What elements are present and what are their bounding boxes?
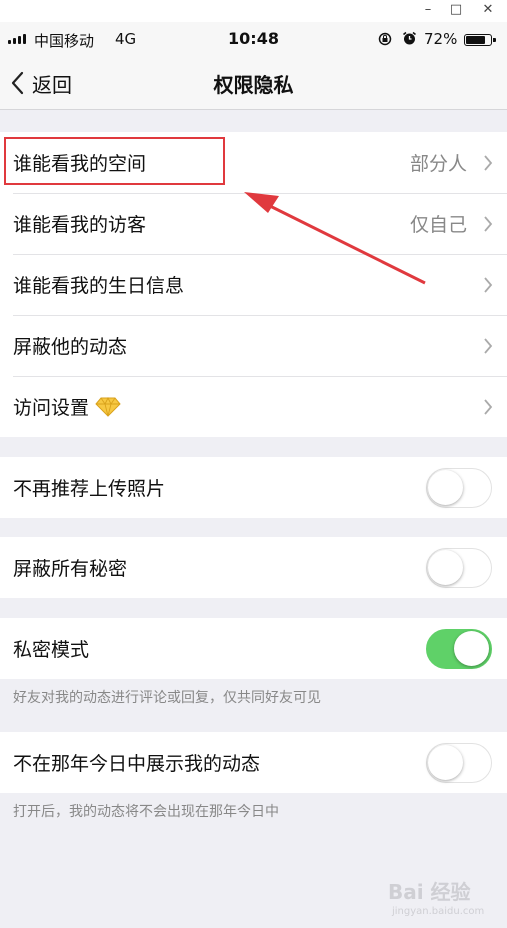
chevron-right-icon xyxy=(484,398,493,415)
minimize-button[interactable]: – xyxy=(420,2,436,18)
row-value: 仅自己 xyxy=(409,214,467,236)
toggle-group-private-mode: 私密模式 xyxy=(0,618,507,679)
navigation-bar: 返回 权限隐私 xyxy=(0,56,507,110)
close-button[interactable]: ✕ xyxy=(480,2,496,18)
window-titlebar: – □ ✕ xyxy=(0,0,507,22)
row-label: 谁能看我的生日信息 xyxy=(13,275,185,297)
hide-memories-toggle[interactable] xyxy=(426,742,492,783)
row-label: 屏蔽他的动态 xyxy=(13,336,128,358)
list-item-access-settings[interactable]: 访问设置 xyxy=(0,376,507,437)
baidu-jingyan-watermark: Bai 经验 jingyan.baidu.com xyxy=(388,880,484,917)
toggle-group-block-secrets: 屏蔽所有秘密 xyxy=(0,537,507,598)
list-item-who-can-see-birthday[interactable]: 谁能看我的生日信息 xyxy=(0,254,507,315)
row-label: 谁能看我的访客 xyxy=(13,214,147,236)
block-secrets-toggle[interactable] xyxy=(426,547,492,588)
no-photo-recommend-toggle[interactable] xyxy=(426,467,492,508)
toggle-group-hide-memories: 不在那年今日中展示我的动态 xyxy=(0,732,507,793)
battery-icon xyxy=(464,34,496,46)
page-title: 权限隐私 xyxy=(213,73,294,97)
chevron-right-icon xyxy=(484,154,493,171)
battery-percent: 72% xyxy=(424,30,458,48)
alarm-icon xyxy=(403,31,416,45)
rotation-lock-icon xyxy=(378,32,392,46)
list-item-block-secrets: 屏蔽所有秘密 xyxy=(0,537,507,598)
hide-memories-note: 打开后，我的动态将不会出现在那年今日中 xyxy=(13,804,279,820)
watermark-text: Bai 经验 xyxy=(388,880,471,904)
watermark-subtext: jingyan.baidu.com xyxy=(391,906,484,917)
toggle-group-no-photo-recommend: 不再推荐上传照片 xyxy=(0,457,507,518)
row-label: 访问设置 xyxy=(13,397,90,419)
row-value: 部分人 xyxy=(409,153,467,175)
private-mode-note: 好友对我的动态进行评论或回复，仅共同好友可见 xyxy=(13,690,321,706)
chevron-right-icon xyxy=(484,276,493,293)
private-mode-toggle[interactable] xyxy=(426,628,492,669)
maximize-button[interactable]: □ xyxy=(448,2,464,18)
highlight-box xyxy=(4,137,225,185)
list-item-hide-memories: 不在那年今日中展示我的动态 xyxy=(0,732,507,793)
status-bar: 中国移动 4G 10:48 72% xyxy=(0,22,507,56)
chevron-right-icon xyxy=(484,215,493,232)
row-label: 屏蔽所有秘密 xyxy=(13,558,128,580)
row-label: 不再推荐上传照片 xyxy=(13,478,166,500)
diamond-icon xyxy=(95,396,121,417)
list-item-block-their-feed[interactable]: 屏蔽他的动态 xyxy=(0,315,507,376)
list-item-private-mode: 私密模式 xyxy=(0,618,507,679)
list-item-who-can-see-visitors[interactable]: 谁能看我的访客 仅自己 xyxy=(0,193,507,254)
row-label: 私密模式 xyxy=(13,639,90,661)
row-label: 不在那年今日中展示我的动态 xyxy=(13,753,261,775)
list-item-no-photo-recommend: 不再推荐上传照片 xyxy=(0,457,507,518)
chevron-right-icon xyxy=(484,337,493,354)
